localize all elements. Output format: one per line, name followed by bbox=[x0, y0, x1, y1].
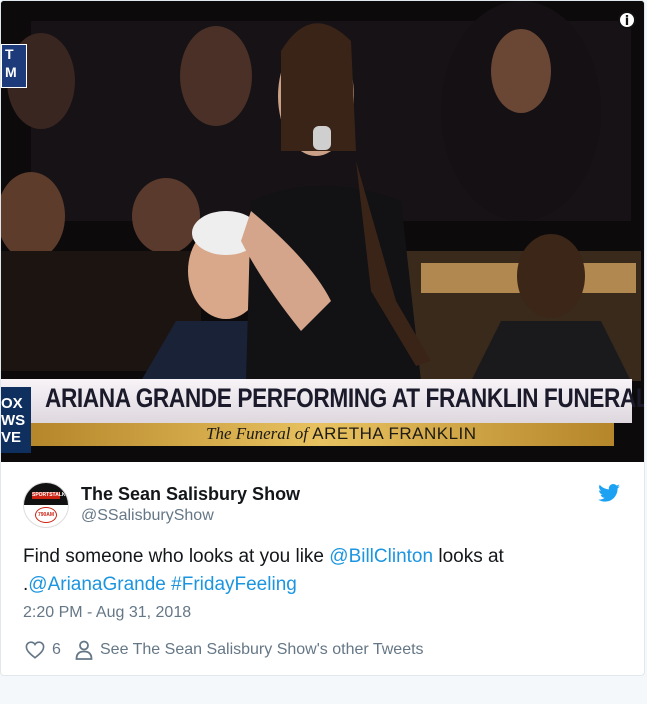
chyron-headline: ARIANA GRANDE PERFORMING AT FRANKLIN FUN… bbox=[45, 383, 645, 413]
author-name[interactable]: The Sean Salisbury Show bbox=[81, 484, 300, 505]
embedded-tweet-card: T M i ARIANA GRANDE PERFORMING AT FRANKL… bbox=[0, 0, 645, 676]
hashtag-link[interactable]: #FridayFeeling bbox=[171, 574, 297, 595]
tweet-timestamp[interactable]: 2:20 PM - Aug 31, 2018 bbox=[23, 604, 191, 622]
heart-icon[interactable] bbox=[25, 641, 45, 659]
person-icon bbox=[75, 640, 93, 660]
network-logo: OX WS VE bbox=[1, 387, 31, 453]
twitter-bird-icon[interactable] bbox=[598, 484, 620, 502]
tweet-text-part: Find someone who looks at you like bbox=[23, 546, 330, 567]
chyron-sub-name: ARETHA FRANKLIN bbox=[312, 424, 477, 443]
mention-link-billclinton[interactable]: @BillClinton bbox=[329, 546, 433, 567]
like-count[interactable]: 6 bbox=[52, 641, 61, 659]
tweet-text: Find someone who looks at you like @Bill… bbox=[23, 543, 623, 599]
avatar-circle: 790AM bbox=[35, 507, 57, 523]
channel-corner-badge: T M bbox=[1, 44, 27, 88]
chyron-sub-prefix: The Funeral of bbox=[206, 424, 308, 443]
tweet-media-photo[interactable]: T M i ARIANA GRANDE PERFORMING AT FRANKL… bbox=[1, 1, 645, 462]
info-icon[interactable]: i bbox=[618, 11, 636, 29]
see-other-tweets-link[interactable]: See The Sean Salisbury Show's other Twee… bbox=[100, 641, 424, 659]
author-handle[interactable]: @SSalisburyShow bbox=[81, 507, 214, 525]
tweet-header: SPORTSTALK 790AM The Sean Salisbury Show… bbox=[1, 477, 644, 528]
avatar-band: SPORTSTALK bbox=[32, 492, 66, 499]
avatar[interactable]: SPORTSTALK 790AM bbox=[23, 482, 69, 528]
chyron-subtitle: The Funeral of ARETHA FRANKLIN bbox=[206, 424, 477, 444]
mention-link-arianagrande[interactable]: @ArianaGrande bbox=[28, 574, 166, 595]
